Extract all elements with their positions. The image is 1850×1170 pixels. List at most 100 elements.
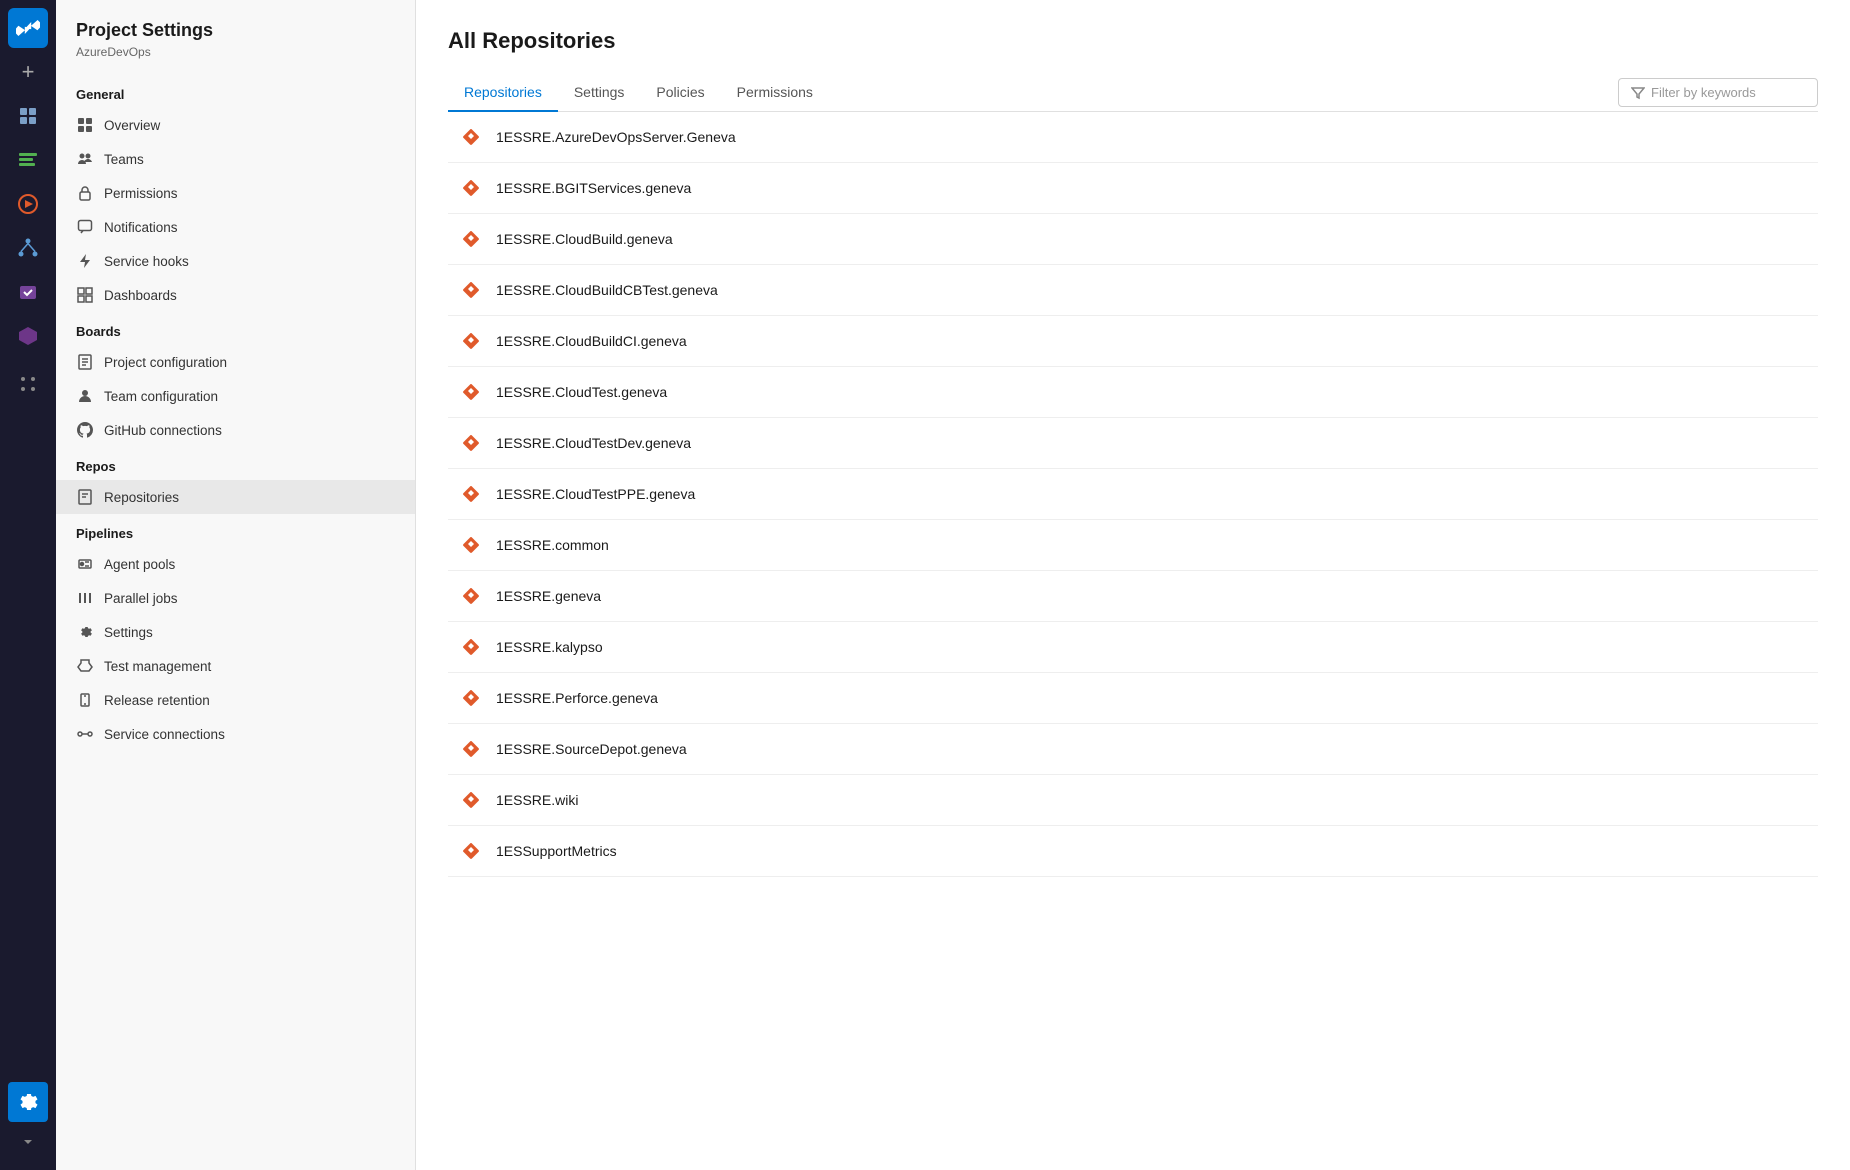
more-apps-icon[interactable]: [8, 364, 48, 404]
azure-devops-logo-icon[interactable]: [8, 8, 48, 48]
sidebar-item-permissions[interactable]: Permissions: [56, 176, 415, 210]
table-row[interactable]: 1ESSRE.CloudTestPPE.geneva: [448, 469, 1818, 520]
repo-diamond-icon: [460, 483, 482, 505]
sidebar-item-notifications-label: Notifications: [104, 220, 178, 235]
sidebar-item-team-config[interactable]: Team configuration: [56, 379, 415, 413]
tab-permissions[interactable]: Permissions: [721, 74, 829, 112]
repo-icon: [76, 488, 94, 506]
boards-work-icon[interactable]: [8, 140, 48, 180]
boards-nav-icon[interactable]: [8, 96, 48, 136]
settings-nav-icon[interactable]: [8, 1082, 48, 1122]
repo-diamond-icon: [460, 177, 482, 199]
sidebar-item-agent-pools[interactable]: Agent pools: [56, 547, 415, 581]
repo-diamond-icon: [460, 534, 482, 556]
sidebar-item-repositories[interactable]: Repositories: [56, 480, 415, 514]
tab-repositories[interactable]: Repositories: [448, 74, 558, 112]
section-pipelines: Pipelines: [56, 514, 415, 547]
sidebar-item-dashboards[interactable]: Dashboards: [56, 278, 415, 312]
project-config-icon: [76, 353, 94, 371]
table-row[interactable]: 1ESSRE.kalypso: [448, 622, 1818, 673]
team-config-icon: [76, 387, 94, 405]
sidebar-item-parallel-jobs[interactable]: Parallel jobs: [56, 581, 415, 615]
add-icon[interactable]: +: [8, 52, 48, 92]
table-row[interactable]: 1ESSRE.CloudTest.geneva: [448, 367, 1818, 418]
repo-name: 1ESSRE.geneva: [496, 588, 601, 604]
filter-icon: [1631, 86, 1645, 100]
sidebar-item-overview[interactable]: Overview: [56, 108, 415, 142]
testplans-icon-nav[interactable]: [8, 272, 48, 312]
agent-pools-icon: [76, 555, 94, 573]
table-row[interactable]: 1ESSRE.SourceDepot.geneva: [448, 724, 1818, 775]
sidebar: Project Settings AzureDevOps General Ove…: [56, 0, 416, 1170]
teams-icon: [76, 150, 94, 168]
artifacts-icon-nav[interactable]: [8, 316, 48, 356]
page-title: All Repositories: [448, 28, 1818, 54]
sidebar-title: Project Settings: [56, 0, 415, 45]
table-row[interactable]: 1ESSRE.geneva: [448, 571, 1818, 622]
tab-policies[interactable]: Policies: [640, 74, 720, 112]
table-row[interactable]: 1ESSRE.wiki: [448, 775, 1818, 826]
repo-diamond-icon: [460, 381, 482, 403]
content-area: All Repositories Repositories Settings P…: [416, 0, 1850, 1170]
release-retention-icon: [76, 691, 94, 709]
sidebar-item-team-config-label: Team configuration: [104, 389, 218, 404]
sidebar-item-teams[interactable]: Teams: [56, 142, 415, 176]
repo-name: 1ESSRE.CloudBuild.geneva: [496, 231, 673, 247]
sidebar-item-github-label: GitHub connections: [104, 423, 222, 438]
repo-name: 1ESSRE.CloudBuildCBTest.geneva: [496, 282, 718, 298]
repo-name: 1ESSRE.kalypso: [496, 639, 603, 655]
lock-icon: [76, 184, 94, 202]
sidebar-item-agent-pools-label: Agent pools: [104, 557, 175, 572]
table-row[interactable]: 1ESSRE.Perforce.geneva: [448, 673, 1818, 724]
filter-input-wrapper[interactable]: Filter by keywords: [1618, 78, 1818, 107]
repo-diamond-icon: [460, 279, 482, 301]
repo-diamond-icon: [460, 585, 482, 607]
repo-name: 1ESSRE.AzureDevOpsServer.Geneva: [496, 129, 736, 145]
repo-name: 1ESSRE.CloudTestPPE.geneva: [496, 486, 695, 502]
sidebar-item-service-hooks-label: Service hooks: [104, 254, 189, 269]
overview-icon: [76, 116, 94, 134]
repo-name: 1ESSRE.Perforce.geneva: [496, 690, 658, 706]
test-management-icon: [76, 657, 94, 675]
sidebar-item-dashboards-label: Dashboards: [104, 288, 177, 303]
table-row[interactable]: 1ESSRE.BGITServices.geneva: [448, 163, 1818, 214]
sidebar-item-notifications[interactable]: Notifications: [56, 210, 415, 244]
sidebar-item-github[interactable]: GitHub connections: [56, 413, 415, 447]
icon-rail: +: [0, 0, 56, 1170]
sidebar-item-parallel-jobs-label: Parallel jobs: [104, 591, 178, 606]
repo-name: 1ESSRE.CloudBuildCI.geneva: [496, 333, 687, 349]
table-row[interactable]: 1ESSupportMetrics: [448, 826, 1818, 877]
section-boards: Boards: [56, 312, 415, 345]
repos-icon-nav[interactable]: [8, 228, 48, 268]
sidebar-item-service-hooks[interactable]: Service hooks: [56, 244, 415, 278]
sidebar-item-permissions-label: Permissions: [104, 186, 178, 201]
table-row[interactable]: 1ESSRE.CloudTestDev.geneva: [448, 418, 1818, 469]
sidebar-item-project-config-label: Project configuration: [104, 355, 227, 370]
lightning-icon: [76, 252, 94, 270]
repo-name: 1ESSupportMetrics: [496, 843, 617, 859]
table-row[interactable]: 1ESSRE.common: [448, 520, 1818, 571]
tab-settings[interactable]: Settings: [558, 74, 641, 112]
repo-name: 1ESSRE.CloudTest.geneva: [496, 384, 667, 400]
chat-icon: [76, 218, 94, 236]
sidebar-item-release-retention[interactable]: Release retention: [56, 683, 415, 717]
repo-diamond-icon: [460, 738, 482, 760]
pipelines-icon-nav[interactable]: [8, 184, 48, 224]
table-row[interactable]: 1ESSRE.CloudBuildCBTest.geneva: [448, 265, 1818, 316]
sidebar-item-pipelines-settings[interactable]: Settings: [56, 615, 415, 649]
repo-name: 1ESSRE.SourceDepot.geneva: [496, 741, 687, 757]
repo-diamond-icon: [460, 636, 482, 658]
table-row[interactable]: 1ESSRE.AzureDevOpsServer.Geneva: [448, 112, 1818, 163]
sidebar-item-service-connections[interactable]: Service connections: [56, 717, 415, 751]
collapse-rail-button[interactable]: [10, 1130, 46, 1154]
table-row[interactable]: 1ESSRE.CloudBuild.geneva: [448, 214, 1818, 265]
sidebar-item-test-management[interactable]: Test management: [56, 649, 415, 683]
repository-list: 1ESSRE.AzureDevOpsServer.Geneva 1ESSRE.B…: [448, 112, 1818, 877]
sidebar-item-project-config[interactable]: Project configuration: [56, 345, 415, 379]
parallel-icon: [76, 589, 94, 607]
repo-diamond-icon: [460, 330, 482, 352]
sidebar-item-test-management-label: Test management: [104, 659, 211, 674]
table-row[interactable]: 1ESSRE.CloudBuildCI.geneva: [448, 316, 1818, 367]
dashboards-icon: [76, 286, 94, 304]
sidebar-subtitle: AzureDevOps: [56, 45, 415, 75]
